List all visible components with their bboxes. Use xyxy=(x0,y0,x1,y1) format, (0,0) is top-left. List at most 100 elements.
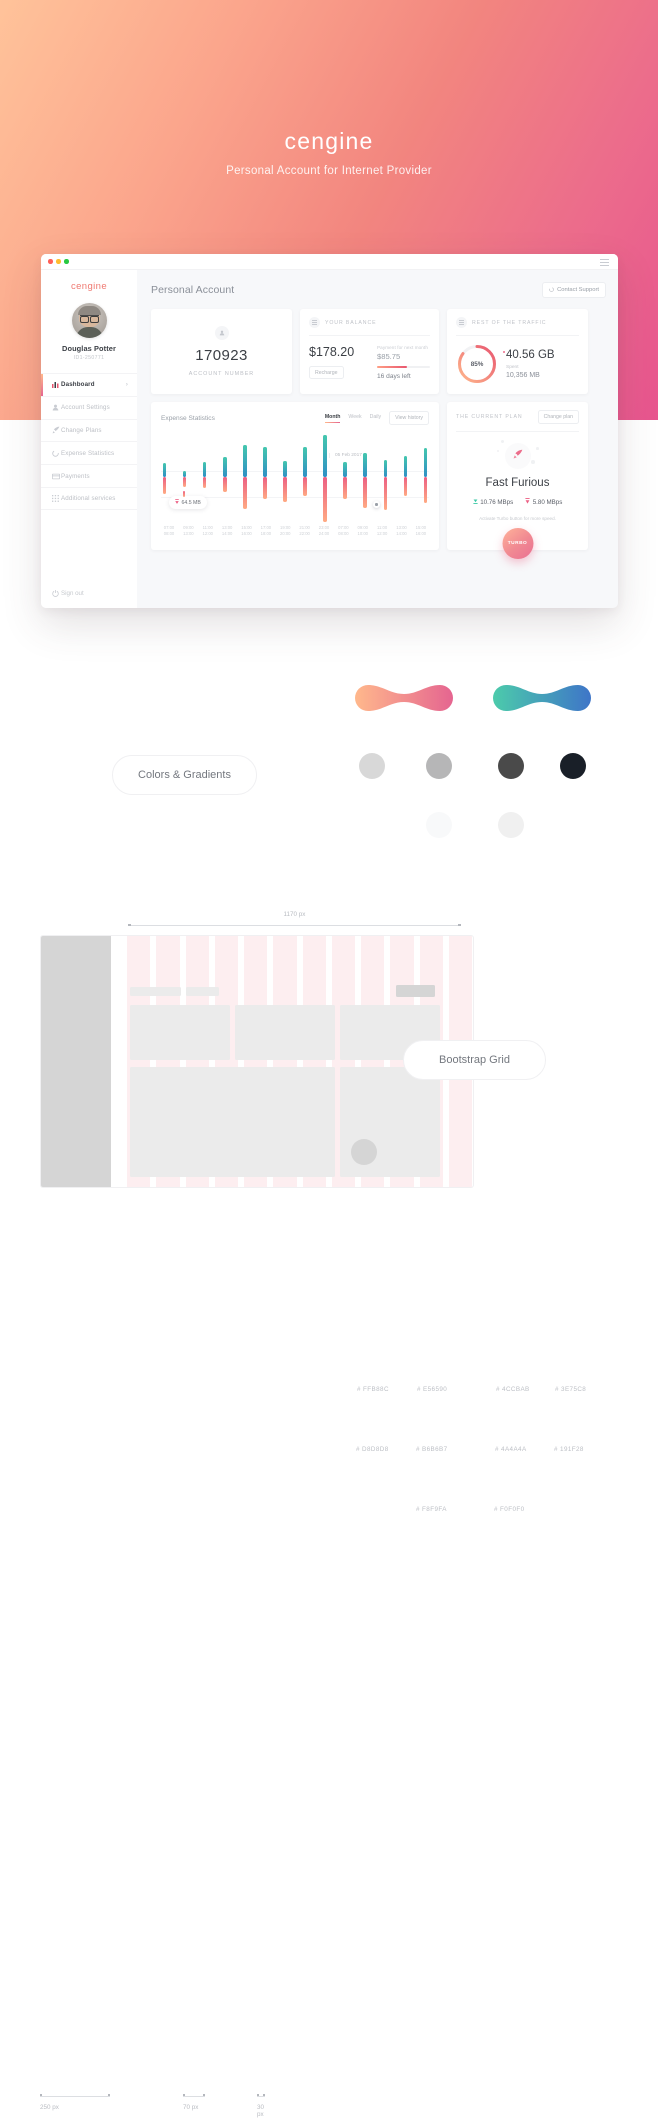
grid-width-label: 1170 px xyxy=(283,911,306,918)
chart-x-tick: 19:00 20:00 xyxy=(280,525,291,537)
chart-x-tick: 11:00 12:00 xyxy=(376,525,388,537)
gradient-2-to-hex: # 3E75C8 xyxy=(555,1386,587,1393)
upload-speed: 5.80 MBps xyxy=(525,498,562,506)
measure-250px-label: 250 px xyxy=(40,2104,59,2111)
measure-70px-label: 70 px xyxy=(183,2104,199,2111)
chart-bar-column xyxy=(163,433,167,521)
balance-progress-bar xyxy=(377,366,430,368)
swatch-hex-191f28: # 191F28 xyxy=(554,1446,584,1453)
expense-bar-chart: 05 Feb 2017 64.5 MB xyxy=(161,433,429,522)
power-icon xyxy=(50,590,61,597)
app-window: cengine Douglas Potter ID1-250771 Dashbo… xyxy=(41,254,618,608)
traffic-spent-label: Spent xyxy=(506,365,519,370)
measure-30px: 30 px xyxy=(257,2093,265,2118)
upload-arrow-icon xyxy=(525,498,530,506)
chart-bar-column xyxy=(403,433,407,521)
measure-30px-label: 30 px xyxy=(257,2104,265,2118)
chart-date-label: 05 Feb 2017 xyxy=(329,453,362,458)
balance-card-label: YOUR BALANCE xyxy=(325,319,377,326)
turbo-button[interactable]: TURBO xyxy=(502,528,533,559)
pie-chart-icon xyxy=(50,450,61,457)
swatch-hex-b6b6b7: # B6B6B7 xyxy=(416,1446,448,1453)
gradient-swatch-1 xyxy=(355,685,453,711)
chart-bar-column xyxy=(283,433,287,521)
sidebar-logo: cengine xyxy=(70,281,108,292)
chart-x-tick: 09:00 13:00 xyxy=(183,525,194,537)
user-id: ID1-250771 xyxy=(73,355,105,361)
traffic-card-label: REST OF THE TRAFFIC xyxy=(472,319,547,326)
chart-x-tick: 07:00 08:00 xyxy=(163,525,175,537)
expense-statistics-card: Expense Statistics Month Week Daily View… xyxy=(151,402,439,550)
chart-x-tick: 09:00 10:00 xyxy=(357,525,368,537)
bullet-dot-icon xyxy=(502,351,505,354)
traffic-percent: 85% xyxy=(470,360,484,368)
account-number-card: 170923 ACCOUNT NUMBER xyxy=(151,309,292,394)
sidebar-item-change-plans[interactable]: Change Plans xyxy=(41,418,137,442)
user-badge-icon xyxy=(214,326,229,340)
rocket-badge xyxy=(496,440,539,469)
chart-x-axis: 07:00 08:00 09:00 13:00 11:00 12:00 13:00 14:00… xyxy=(161,521,429,537)
grid-block-card-1 xyxy=(130,1005,230,1060)
tab-week[interactable]: Week xyxy=(348,414,361,422)
account-number-value: 170923 xyxy=(195,347,248,364)
traffic-icon xyxy=(456,317,467,328)
maximize-window-icon[interactable] xyxy=(64,259,69,264)
contact-support-button[interactable]: Contact Support xyxy=(542,282,606,298)
recharge-button[interactable]: Recharge xyxy=(309,366,344,379)
change-plan-button[interactable]: Change plan xyxy=(537,410,579,424)
close-window-icon[interactable] xyxy=(48,259,53,264)
chart-bar-column xyxy=(383,433,387,521)
plan-card-label: THE CURRENT PLAN xyxy=(456,414,523,420)
grid-block-title xyxy=(130,987,181,996)
gradient-2-from-hex: # 4CCBAB xyxy=(496,1386,530,1393)
traffic-remaining: 40.56 GB xyxy=(502,349,555,361)
main-content: Personal Account Contact Support 170923 … xyxy=(137,270,618,608)
hamburger-menu-icon[interactable] xyxy=(600,258,609,268)
traffic-donut-chart: 85% xyxy=(456,343,498,385)
sidebar-item-label: Account Settings xyxy=(61,404,110,412)
tab-daily[interactable]: Daily xyxy=(370,414,382,422)
traffic-spent-value: 10,356 MB xyxy=(506,372,540,379)
current-plan-card: THE CURRENT PLAN Change plan Fast Furiou… xyxy=(447,402,588,559)
sidebar-item-account-settings[interactable]: Account Settings xyxy=(41,395,137,419)
sidebar-item-expense-statistics[interactable]: Expense Statistics xyxy=(41,441,137,464)
user-name: Douglas Potter xyxy=(62,344,116,353)
color-swatch-4a4a4a xyxy=(498,753,524,779)
traffic-card: REST OF THE TRAFFIC 85% 40.56 GB Spent 1… xyxy=(447,309,588,394)
grid-block-subtitle xyxy=(186,987,219,996)
avatar xyxy=(71,303,107,338)
minimize-window-icon[interactable] xyxy=(56,259,61,264)
sidebar-item-label: Dashboard xyxy=(61,381,95,389)
sidebar-item-additional-services[interactable]: Additional services xyxy=(41,486,137,510)
gradient-1-to-hex: # E56590 xyxy=(417,1386,448,1393)
chart-bar-column xyxy=(223,433,227,521)
bootstrap-grid-pill: Bootstrap Grid xyxy=(403,1040,546,1080)
balance-icon xyxy=(309,317,320,328)
chart-bar-column xyxy=(423,433,427,521)
chart-x-tick: 21:00 22:00 xyxy=(299,525,310,537)
swatch-hex-f0f0f0: # F0F0F0 xyxy=(494,1506,525,1513)
chart-x-tick: 11:00 12:00 xyxy=(202,525,213,537)
chart-bar-column xyxy=(323,433,327,522)
measure-70px: 70 px xyxy=(183,2093,205,2111)
view-history-button[interactable]: View history xyxy=(389,411,429,425)
balance-amount: $178.20 xyxy=(309,345,355,359)
brand-logo: cengine xyxy=(284,128,374,154)
sign-out-button[interactable]: Sign out xyxy=(41,590,137,597)
chart-bar-column xyxy=(363,433,367,521)
chart-x-tick: 13:00 14:00 xyxy=(221,525,233,537)
color-swatch-f0f0f0 xyxy=(498,812,524,838)
color-swatch-f8f9fa xyxy=(426,812,452,838)
chart-x-tick: 15:00 16:00 xyxy=(241,525,252,537)
grid-sidebar-block xyxy=(41,936,111,1187)
account-number-label: ACCOUNT NUMBER xyxy=(188,371,255,377)
tab-month[interactable]: Month xyxy=(324,414,340,423)
rocket-icon xyxy=(50,426,61,434)
sidebar-item-label: Payments xyxy=(61,472,90,480)
chart-hover-handle[interactable] xyxy=(373,501,380,508)
chart-x-tick: 17:00 18:00 xyxy=(260,525,272,537)
sidebar-item-payments[interactable]: Payments xyxy=(41,464,137,487)
bar-chart-icon xyxy=(50,381,61,389)
grid-icon xyxy=(50,494,61,502)
sidebar-item-dashboard[interactable]: Dashboard › xyxy=(41,373,137,396)
